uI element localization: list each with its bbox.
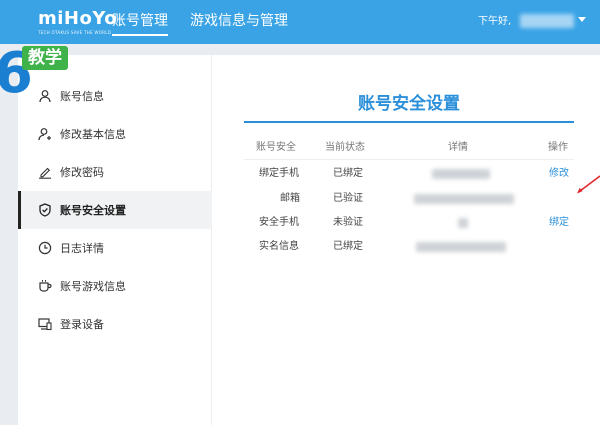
- sidebar-item-label: 登录设备: [60, 318, 104, 331]
- sidebar-item-edit-basic-info[interactable]: 修改基本信息: [18, 115, 212, 153]
- real-name-detail-redacted: [416, 242, 506, 252]
- nav-account-management[interactable]: 账号管理: [112, 12, 168, 36]
- top-bar: miHoYo TECH OTAKUS SAVE THE WORLD 账号管理 游…: [0, 0, 600, 44]
- phone-detail-redacted: [432, 169, 490, 179]
- greeting-text: 下午好,: [478, 16, 512, 27]
- row-status: 已绑定: [333, 168, 363, 179]
- column-header-status: 当前状态: [325, 142, 365, 153]
- row-status: 已验证: [333, 193, 363, 204]
- row-status: 未验证: [333, 217, 363, 228]
- tutorial-badge: 教学: [22, 46, 68, 70]
- clock-icon: [38, 241, 52, 255]
- logo-tagline: TECH OTAKUS SAVE THE WORLD: [38, 30, 112, 35]
- cup-icon: [38, 279, 52, 293]
- sidebar-item-label: 账号游戏信息: [60, 280, 126, 293]
- sidebar-item-change-password[interactable]: 修改密码: [18, 153, 212, 191]
- nav-game-info-management[interactable]: 游戏信息与管理: [190, 12, 288, 30]
- user-icon: [38, 89, 52, 103]
- sidebar-item-label: 日志详情: [60, 242, 104, 255]
- row-status: 已绑定: [333, 241, 363, 252]
- red-arrow-icon: [577, 175, 600, 194]
- title-divider: [244, 121, 574, 123]
- sidebar-item-log-details[interactable]: 日志详情: [18, 229, 212, 267]
- shield-check-icon: [38, 203, 52, 217]
- sidebar-item-account-security[interactable]: 账号安全设置: [18, 191, 212, 229]
- bind-security-phone-link[interactable]: 绑定: [549, 217, 569, 229]
- modify-phone-link[interactable]: 修改: [549, 168, 569, 180]
- sidebar-item-login-devices[interactable]: 登录设备: [18, 305, 212, 343]
- sidebar-item-label: 账号安全设置: [60, 204, 126, 217]
- pencil-icon: [38, 165, 52, 179]
- row-item-real-name: 实名信息: [259, 241, 299, 252]
- column-header-actions: 操作: [548, 142, 568, 153]
- sidebar-item-label: 修改基本信息: [60, 128, 126, 141]
- email-detail-redacted: [414, 194, 514, 204]
- sidebar-item-label: 账号信息: [60, 90, 104, 103]
- column-header-details: 详情: [448, 142, 468, 153]
- user-edit-icon: [38, 127, 52, 141]
- logo-text: miHoYo: [38, 8, 118, 29]
- security-phone-detail-redacted: [458, 218, 468, 228]
- row-item-email: 邮箱: [280, 193, 300, 204]
- mihoyo-logo[interactable]: miHoYo TECH OTAKUS SAVE THE WORLD: [38, 8, 118, 36]
- page-title: 账号安全设置: [358, 94, 460, 114]
- row-item-bind-phone: 绑定手机: [259, 168, 299, 179]
- sidebar: 账号信息 修改基本信息 修改密码 账号安全设置 日志详情 账号游戏信息 登录设备: [18, 55, 212, 425]
- table-header-divider: [244, 159, 574, 160]
- caret-down-icon[interactable]: [578, 17, 586, 22]
- column-header-security-item: 账号安全: [256, 142, 296, 153]
- sidebar-item-account-info[interactable]: 账号信息: [18, 77, 212, 115]
- devices-icon: [38, 317, 52, 331]
- sidebar-item-game-info[interactable]: 账号游戏信息: [18, 267, 212, 305]
- row-item-security-phone: 安全手机: [259, 217, 299, 228]
- username-redacted[interactable]: [520, 14, 574, 28]
- sidebar-item-label: 修改密码: [60, 166, 104, 179]
- main-card: 账号信息 修改基本信息 修改密码 账号安全设置 日志详情 账号游戏信息 登录设备…: [18, 55, 600, 425]
